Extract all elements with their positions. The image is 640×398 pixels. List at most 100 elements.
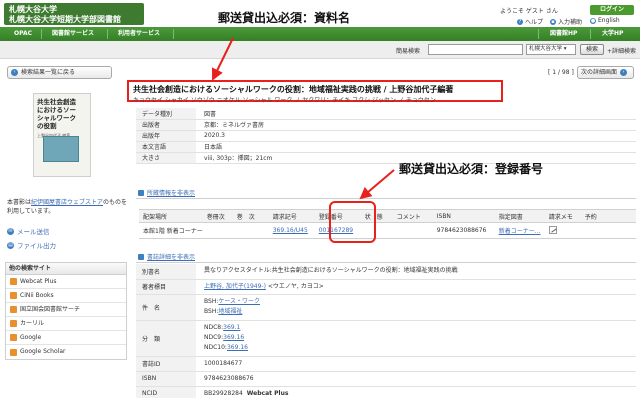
- english-link[interactable]: ● English: [590, 17, 620, 24]
- field-key: データ種別: [136, 108, 196, 120]
- nav-divider: [590, 29, 591, 39]
- site-google[interactable]: Google: [6, 331, 126, 345]
- col-isbn: ISBN: [432, 209, 495, 223]
- call-number-link[interactable]: 369.16/U45: [273, 227, 308, 234]
- class-prefix: NDC8:: [204, 324, 224, 331]
- field-key: ISBN: [136, 371, 196, 387]
- cover-title-line: におけるソー: [37, 106, 76, 114]
- nav-user-services[interactable]: 利用者サービス: [118, 27, 160, 41]
- memo-edit-icon[interactable]: [548, 225, 557, 234]
- table-row: 本館1階 新着コーナー 369.16/U45 001167289 9784623…: [139, 222, 636, 239]
- input-help-link[interactable]: ▪ 入力補助: [550, 17, 582, 26]
- nav-opac[interactable]: OPAC: [14, 27, 32, 41]
- search-button[interactable]: 検索: [580, 44, 604, 55]
- other-sites-title: 他の検索サイト: [6, 263, 126, 275]
- back-label: 検索結果一覧に戻る: [21, 69, 76, 76]
- webcat-plus-link[interactable]: Webcat Plus: [247, 390, 289, 397]
- field-key: 出版年: [136, 130, 196, 142]
- table-row: 出版者 京都：ミネルヴァ書房: [136, 119, 636, 131]
- site-cinii-books[interactable]: CiNii Books: [6, 289, 126, 303]
- next-record-button[interactable]: 次の詳細画面 ›: [577, 66, 634, 79]
- help-link[interactable]: ? ヘルプ: [517, 17, 543, 26]
- cell-volume-count: [202, 222, 233, 239]
- nav-divider: [173, 29, 174, 39]
- nav-divider: [538, 29, 539, 39]
- cell-isbn: 9784623088676: [432, 222, 495, 239]
- collapse-icon: [138, 254, 144, 260]
- user-greeting: ようこそ ゲスト さん: [500, 8, 558, 15]
- table-row: 別書名 異なりアクセスタイトル:共生社会創造におけるソーシャルワークの役割：地域…: [136, 264, 636, 280]
- annotation-regnum-required: 郵送貸出込必須：登録番号: [399, 162, 544, 176]
- login-button[interactable]: ログイン: [590, 5, 634, 15]
- site-calil[interactable]: カーリル: [6, 317, 126, 331]
- external-site-icon: [10, 320, 17, 327]
- book-title: 共生社会創造におけるソーシャルワークの役割：地域福祉実践の挑戦 / 上野谷加代子…: [133, 85, 454, 94]
- site-label: カーリル: [20, 319, 45, 327]
- field-key: 出版者: [136, 119, 196, 131]
- chevron-right-icon: ›: [620, 69, 628, 76]
- logo-line2: 札幌大谷大学短期大学部図書館: [9, 14, 121, 24]
- external-site-icon: [10, 306, 17, 313]
- table-row: NCID BB29928284 Webcat Plus: [136, 386, 636, 398]
- kinokuniya-link[interactable]: 紀伊國屋書店ウェブストア: [31, 199, 103, 206]
- site-label: CiNii Books: [20, 291, 54, 299]
- designated-book-link[interactable]: 新着コーナー...: [499, 228, 541, 235]
- field-key: 件 名: [136, 294, 196, 321]
- subject-link[interactable]: ケース・ワーク: [218, 298, 260, 305]
- site-label: 国立国会図書館サーチ: [20, 305, 81, 313]
- col-call-number: 請求記号: [268, 209, 315, 223]
- class-prefix: NDC9:: [204, 334, 224, 341]
- search-scope-select[interactable]: 札幌大谷大学 ▾: [526, 44, 576, 55]
- advanced-search-link[interactable]: +詳細検索: [607, 46, 636, 55]
- logo-line1: 札幌大谷大学: [9, 4, 57, 14]
- help-label: ヘルプ: [525, 19, 544, 26]
- cover-title-line: の役割: [37, 122, 57, 130]
- field-value: 日本語: [196, 141, 636, 153]
- bibid-value: 1000184677: [196, 356, 636, 372]
- class-link[interactable]: 369.1: [223, 324, 240, 331]
- nav-library-hp[interactable]: 図書館HP: [550, 27, 577, 41]
- holdings-toggle[interactable]: 所蔵情報を非表示: [147, 188, 195, 199]
- col-designated: 指定図書: [494, 209, 545, 223]
- details-section-header[interactable]: 書誌詳細を非表示: [136, 252, 636, 263]
- subject-prefix: BSH:: [204, 298, 219, 305]
- table-row: 著者標目 上野谷, 加代子(1949-) <ウエノヤ, カヨコ>: [136, 279, 636, 295]
- cover-title-line: シャルワーク: [37, 114, 76, 122]
- table-row: データ種別 図書: [136, 108, 636, 120]
- class-link[interactable]: 369.16: [223, 334, 244, 341]
- mail-send-link[interactable]: ✉ メール送信: [7, 226, 50, 236]
- cover-credit-note: 本書影は紀伊國屋書店ウェブストアのものを利用しています。: [7, 198, 132, 216]
- search-bar: 簡易検索 札幌大谷大学 ▾ 検索 +詳細検索: [0, 41, 640, 59]
- book-cover-image: 共生社会創造 におけるソー シャルワーク の役割 上野谷加代子 編著: [33, 93, 91, 177]
- table-row: ISBN 9784623088676: [136, 371, 636, 387]
- nav-university-hp[interactable]: 大学HP: [602, 27, 623, 41]
- file-export-link[interactable]: ▤ ファイル出力: [7, 240, 56, 250]
- author-link[interactable]: 上野谷, 加代子(1949-): [204, 283, 266, 290]
- subject-link[interactable]: 地域福祉: [218, 308, 242, 315]
- search-input[interactable]: [428, 44, 523, 55]
- library-logo[interactable]: 札幌大谷大学 札幌大谷大学短期大学部図書館: [4, 3, 144, 25]
- details-toggle[interactable]: 書誌詳細を非表示: [147, 252, 195, 263]
- site-ndl-search[interactable]: 国立国会図書館サーチ: [6, 303, 126, 317]
- back-to-results-button[interactable]: ‹ 検索結果一覧に戻る: [7, 66, 112, 79]
- help-icon: ?: [517, 18, 523, 25]
- table-row: 分 類 NDC8:369.1 NDC9:369.16 NDC10:369.16: [136, 320, 636, 357]
- bib-details-table: 別書名 異なりアクセスタイトル:共生社会創造におけるソーシャルワークの役割：地域…: [136, 264, 636, 398]
- site-webcat-plus[interactable]: Webcat Plus: [6, 275, 126, 289]
- input-help-label: 入力補助: [558, 19, 583, 26]
- external-site-icon: [10, 292, 17, 299]
- col-reserve: 予約: [580, 209, 636, 223]
- class-link[interactable]: 369.16: [227, 344, 248, 351]
- nav-library-services[interactable]: 図書館サービス: [52, 27, 94, 41]
- external-site-icon: [10, 348, 17, 356]
- book-title-kana: キョウセイ シャカイ ソウゾウ ニオケル ソーシャル ワーク ノ ヤクワリ：チイ…: [133, 97, 436, 104]
- keyboard-icon: ▪: [550, 18, 556, 25]
- holdings-header-row: 配架場所 巻冊次 巻 次 請求記号 登録番号 状 態 コメント ISBN 指定図…: [139, 209, 636, 223]
- holdings-section-header[interactable]: 所蔵情報を非表示: [136, 188, 636, 199]
- site-google-scholar[interactable]: Google Scholar: [6, 345, 126, 359]
- nav-divider: [107, 29, 108, 39]
- field-value: 2020.3: [196, 130, 636, 142]
- field-key: 別書名: [136, 264, 196, 280]
- other-search-sites-panel: 他の検索サイト Webcat Plus CiNii Books 国立国会図書館サ…: [5, 262, 127, 360]
- mail-icon: ✉: [7, 227, 14, 235]
